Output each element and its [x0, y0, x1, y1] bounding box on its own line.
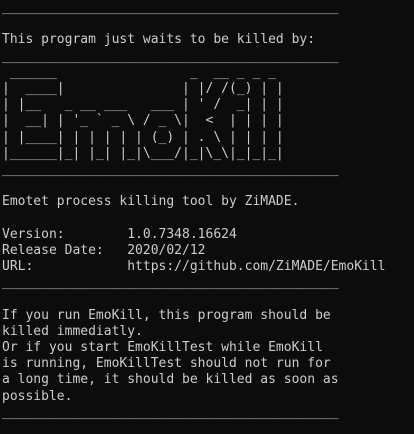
console-window[interactable]: ________________________________________…: [2, 0, 414, 434]
message-line: possible.: [2, 388, 73, 404]
message-line: If you run EmoKill, this program should …: [2, 307, 331, 323]
message-line: killed immediatly.: [2, 323, 143, 339]
message-line: Or if you start EmoKillTest while EmoKil…: [2, 339, 323, 355]
release-date-line: Release Date: 2020/02/12: [2, 242, 206, 258]
rule-line: ________________________________________…: [2, 48, 339, 64]
rule-line: ________________________________________…: [2, 275, 339, 291]
description-text: Emotet process killing tool by ZiMADE.: [2, 194, 300, 210]
ascii-banner-row: | __| | '_ ` _ \ / _ \| < | | | |: [2, 113, 284, 129]
ascii-banner-row: | |____| | | | | | (_) | . \ | | | |: [2, 129, 284, 145]
ascii-banner-row: ______ _ __ _ _ _: [2, 64, 276, 80]
ascii-banner-row: | ____| | |/ /(_) | |: [2, 80, 284, 96]
message-line: is running, EmoKillTest should not run f…: [2, 356, 331, 372]
version-line: Version: 1.0.7348.16624: [2, 226, 237, 242]
ascii-banner: ______ _ __ _ _ _ | ____| | |/ /(_) | | …: [2, 65, 414, 162]
url-line: URL: https://github.com/ZiMADE/EmoKill: [2, 259, 386, 274]
message-line: a long time, it should be killed as soon…: [2, 372, 339, 388]
ascii-banner-row: |______|_| |_| |_|\___/|_|\_\|_|_|_|: [2, 145, 284, 161]
intro-text: This program just waits to be killed by:: [2, 32, 316, 48]
rule-line: ________________________________________…: [2, 0, 339, 15]
ascii-banner-row: | |__ _ __ ___ ___ | ' / _| | |: [2, 97, 284, 113]
rule-line: ________________________________________…: [2, 404, 339, 420]
rule-line: ________________________________________…: [2, 161, 339, 177]
